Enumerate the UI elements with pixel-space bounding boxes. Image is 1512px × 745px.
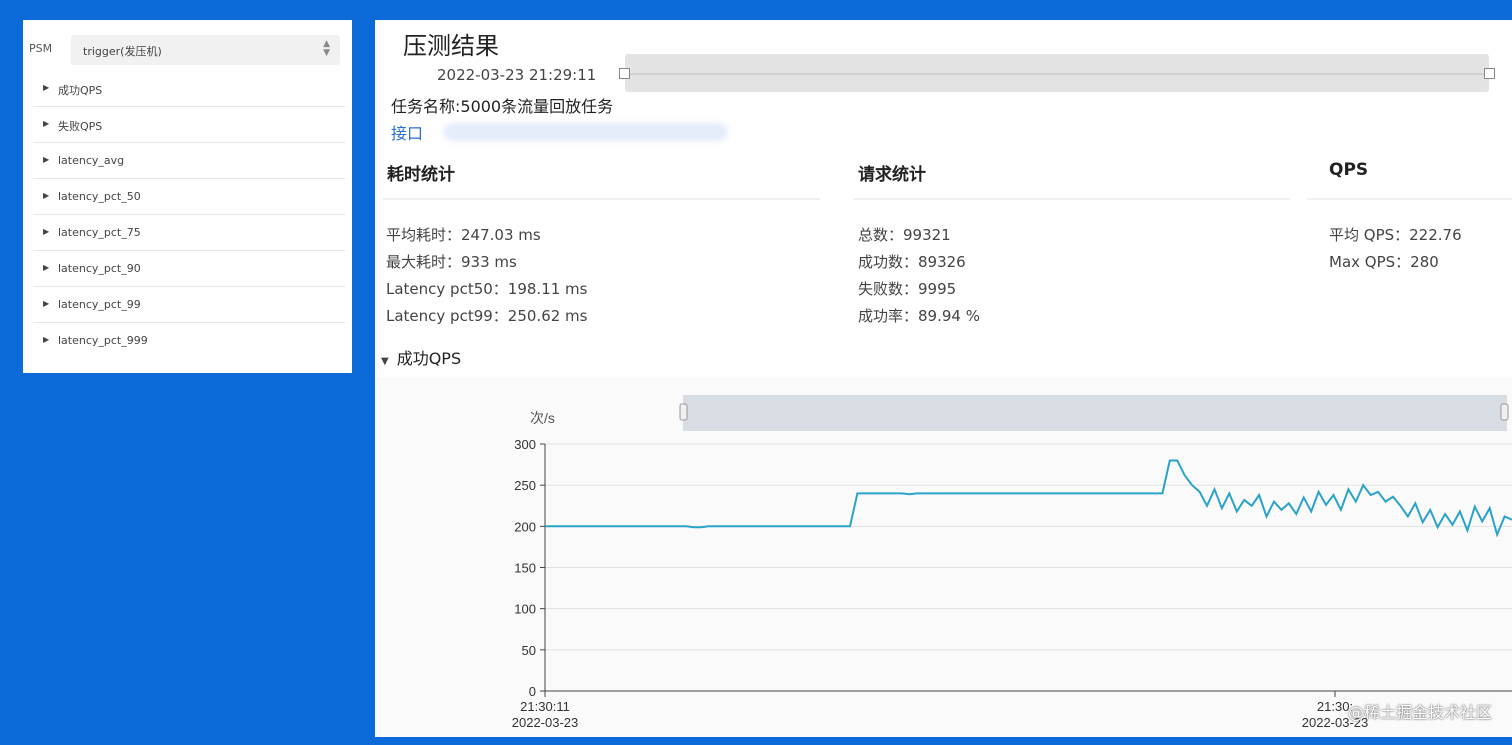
- psm-label: PSM: [29, 42, 53, 55]
- y-tick-label: 250: [514, 478, 536, 493]
- run-datetime: 2022-03-23 21:29:11: [437, 66, 597, 84]
- chart-section-label: 成功QPS: [396, 349, 462, 368]
- slider-handle-left[interactable]: [619, 68, 630, 79]
- metric-item-latency-pct-90[interactable]: ▶ latency_pct_90: [33, 251, 345, 287]
- y-tick-label: 50: [522, 643, 536, 658]
- task-name: 任务名称:5000条流量回放任务: [391, 97, 614, 116]
- y-tick-label: 100: [514, 602, 536, 617]
- stat-avg-qps: 平均 QPS：222.76: [1329, 226, 1462, 244]
- stat-max-latency: 最大耗时：933 ms: [386, 253, 517, 271]
- metric-item-label: latency_avg: [58, 154, 125, 167]
- api-row: 接口: [391, 120, 728, 143]
- zoom-slider-body[interactable]: [683, 395, 1507, 431]
- metric-item-label: latency_pct_90: [58, 262, 141, 275]
- api-link[interactable]: 接口: [391, 124, 423, 143]
- metric-item-latency-avg[interactable]: ▶ latency_avg: [33, 143, 345, 179]
- metric-item-failed-qps[interactable]: ▶ 失败QPS: [33, 107, 345, 143]
- collapse-arrow-icon: ▼: [381, 356, 389, 367]
- metric-item-latency-pct-99[interactable]: ▶ latency_pct_99: [33, 287, 345, 323]
- request-stats-title: 请求统计: [858, 165, 926, 185]
- expand-arrow-icon: ▶: [43, 335, 50, 344]
- metric-item-label: 失败QPS: [58, 120, 103, 133]
- metric-sidebar: PSM trigger(发压机) ▲ ▼ ▶ 成功QPS ▶ 失败QPS ▶ laten…: [23, 20, 352, 373]
- metric-item-label: latency_pct_75: [58, 226, 141, 239]
- expand-arrow-icon: ▶: [43, 299, 50, 308]
- stat-success-count: 成功数：89326: [858, 253, 966, 271]
- stat-fail-count: 失败数：9995: [858, 280, 957, 298]
- stat-success-rate: 成功率：89.94 %: [858, 307, 980, 325]
- page-title: 压测结果: [403, 32, 499, 60]
- expand-arrow-icon: ▶: [43, 263, 50, 272]
- chart-section-toggle[interactable]: ▼ 成功QPS: [381, 345, 461, 369]
- stat-max-qps: Max QPS：280: [1329, 253, 1439, 271]
- divider: [383, 198, 820, 200]
- latency-stats-title: 耗时统计: [387, 165, 455, 185]
- qps-chart: 次/s 0 50 100 150 200 250 300 21:30:11 2022-03-…: [375, 377, 1512, 737]
- zoom-handle-right[interactable]: [1500, 403, 1509, 421]
- metric-item-label: 成功QPS: [58, 84, 103, 97]
- metric-item-latency-pct-999[interactable]: ▶ latency_pct_999: [33, 323, 345, 359]
- stat-total: 总数：99321: [858, 226, 951, 244]
- psm-select-value: trigger(发压机): [83, 45, 162, 58]
- slider-handle-right[interactable]: [1484, 68, 1495, 79]
- metric-list: ▶ 成功QPS ▶ 失败QPS ▶ latency_avg ▶ latency_pct_…: [33, 71, 345, 359]
- stat-avg-latency: 平均耗时：247.03 ms: [386, 226, 541, 244]
- result-panel: 压测结果 2022-03-23 21:29:11 任务名称:5000条流量回放任…: [375, 20, 1512, 737]
- stat-latency-pct50: Latency pct50：198.11 ms: [386, 280, 588, 298]
- series-line-success-qps: [545, 459, 1512, 538]
- metric-item-success-qps[interactable]: ▶ 成功QPS: [33, 71, 345, 107]
- divider: [1307, 198, 1512, 200]
- expand-arrow-icon: ▶: [43, 227, 50, 236]
- metric-item-latency-pct-75[interactable]: ▶ latency_pct_75: [33, 215, 345, 251]
- time-range-slider[interactable]: [619, 54, 1495, 92]
- x-tick-time: 21:30:11: [520, 699, 570, 714]
- metric-item-label: latency_pct_99: [58, 298, 141, 311]
- expand-arrow-icon: ▶: [43, 83, 50, 92]
- slider-track: [625, 73, 1489, 75]
- chart-zoom-slider[interactable]: [679, 395, 1509, 431]
- select-arrows-icon: ▲ ▼: [323, 39, 330, 58]
- metric-item-label: latency_pct_50: [58, 190, 141, 203]
- qps-stats-title: QPS: [1329, 160, 1369, 180]
- psm-row: PSM trigger(发压机) ▲ ▼: [23, 35, 352, 65]
- y-tick-label: 150: [514, 561, 536, 576]
- psm-select[interactable]: trigger(发压机) ▲ ▼: [71, 35, 340, 65]
- y-axis-unit: 次/s: [530, 410, 555, 426]
- watermark: @稀土掘金技术社区: [1347, 703, 1492, 722]
- stat-latency-pct99: Latency pct99：250.62 ms: [386, 307, 588, 325]
- x-tick-date: 2022-03-23: [512, 715, 579, 730]
- y-tick-label: 200: [514, 519, 536, 534]
- y-tick-label: 300: [514, 437, 536, 452]
- expand-arrow-icon: ▶: [43, 191, 50, 200]
- metric-item-label: latency_pct_999: [58, 334, 148, 347]
- y-tick-label: 0: [529, 684, 536, 699]
- divider: [853, 198, 1290, 200]
- qps-line-chart: 次/s 0 50 100 150 200 250 300 21:30:11 2022-03-…: [512, 395, 1512, 730]
- metric-item-latency-pct-50[interactable]: ▶ latency_pct_50: [33, 179, 345, 215]
- api-redacted-value: [443, 123, 728, 141]
- expand-arrow-icon: ▶: [43, 155, 50, 164]
- zoom-handle-left[interactable]: [679, 403, 688, 421]
- expand-arrow-icon: ▶: [43, 119, 50, 128]
